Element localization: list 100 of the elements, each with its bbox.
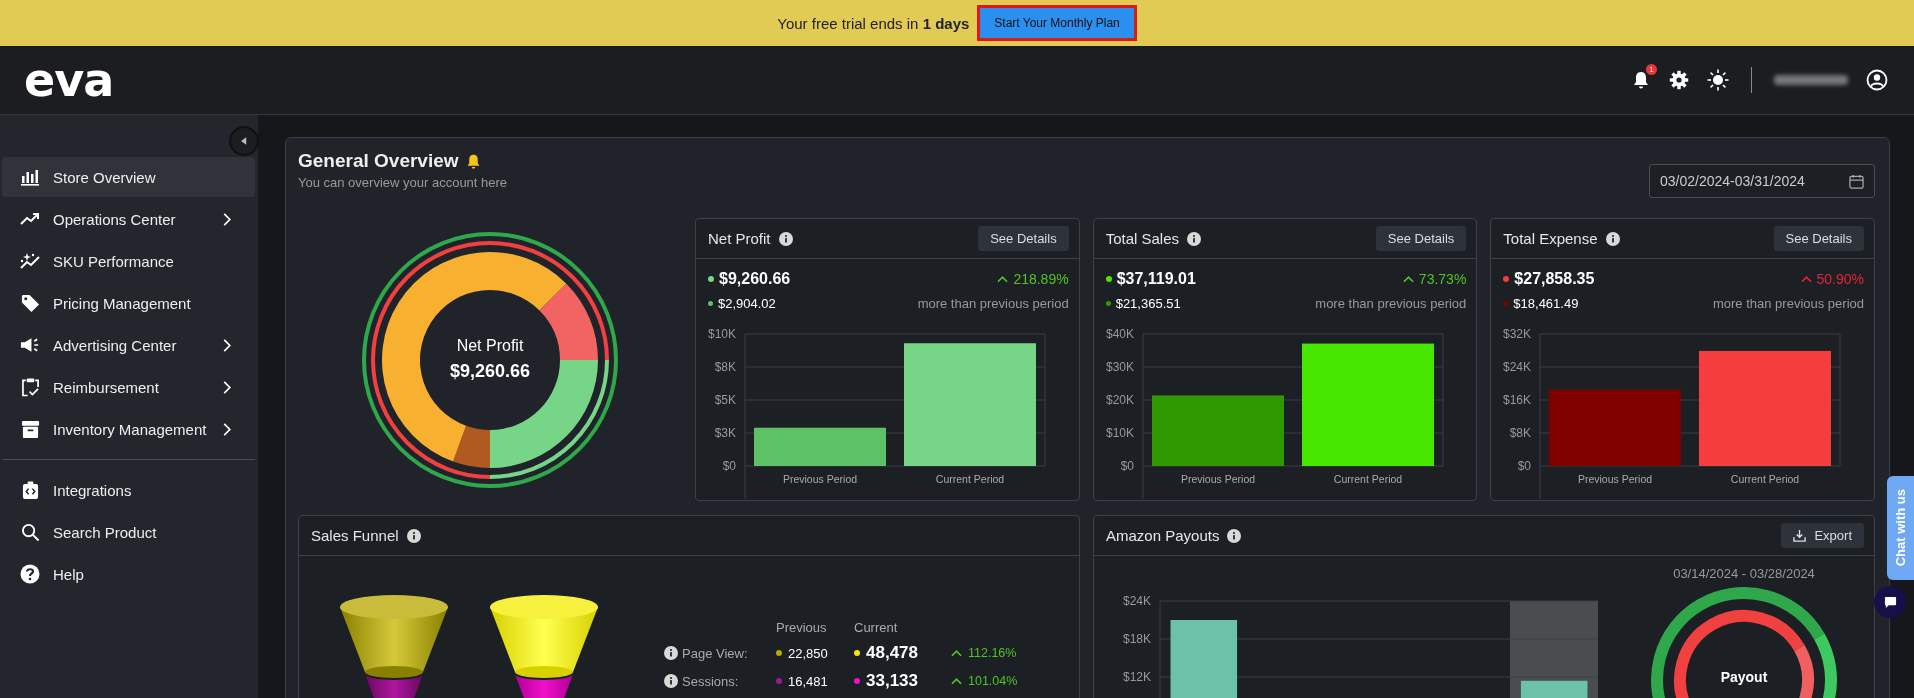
chevron-right-icon xyxy=(223,212,231,226)
sidebar-item[interactable]: Integrations xyxy=(2,470,255,510)
settings-icon[interactable] xyxy=(1669,70,1689,90)
axis-label: $3K xyxy=(714,426,736,440)
see-details-button[interactable]: See Details xyxy=(1375,226,1467,251)
info-icon[interactable] xyxy=(1187,231,1202,246)
axis-label: Previous Period xyxy=(782,473,858,485)
sidebar-item[interactable]: Store Overview xyxy=(2,157,255,197)
search-icon xyxy=(20,522,40,542)
trend-up-icon xyxy=(20,212,40,226)
previous-value: 16,481 xyxy=(788,673,828,689)
legend-dot xyxy=(1503,276,1510,282)
card-title: Total Expense xyxy=(1503,230,1598,247)
chevron-right-icon xyxy=(223,422,231,436)
axis-label: $0 xyxy=(722,459,736,473)
caret-up-icon xyxy=(951,677,962,685)
caret-up-icon xyxy=(1402,275,1414,283)
ring-label: Payout xyxy=(1719,669,1769,685)
comparison-note: more than previous period xyxy=(1712,295,1864,311)
change-percent: 73.73% xyxy=(1418,271,1467,287)
sidebar-item[interactable]: Operations Center xyxy=(2,199,255,239)
axis-label: $0 xyxy=(1517,459,1532,473)
info-icon[interactable] xyxy=(778,231,793,246)
card-title: Amazon Payouts xyxy=(1106,527,1220,544)
ring-label: Net Profit xyxy=(456,337,524,355)
axis-label: $40K xyxy=(1105,327,1134,341)
clipboard-check-icon xyxy=(21,377,39,397)
axis-label: $10K xyxy=(707,327,736,341)
legend-dot xyxy=(708,276,714,282)
caret-up-icon xyxy=(997,275,1009,283)
chevron-right-icon xyxy=(223,338,231,352)
info-icon[interactable] xyxy=(1605,231,1620,246)
legend-dot xyxy=(1105,276,1112,282)
previous-value: $21,365.51 xyxy=(1115,295,1181,311)
caret-up-icon xyxy=(951,649,962,657)
change-percent: 101.04% xyxy=(968,674,1018,688)
axis-label: Current Period xyxy=(1731,473,1800,485)
chat-button[interactable] xyxy=(1874,586,1906,618)
current-value: 33,133 xyxy=(866,671,918,691)
info-icon[interactable] xyxy=(406,528,421,543)
sidebar-item[interactable]: Search Product xyxy=(2,512,255,552)
current-value: $37,119.01 xyxy=(1116,270,1196,288)
section-title: General Overview xyxy=(298,150,459,172)
card-title: Total Sales xyxy=(1105,230,1180,247)
megaphone-icon xyxy=(19,337,41,353)
date-range: 03/14/2024 - 03/28/2024 xyxy=(1673,566,1815,581)
archive-box-icon xyxy=(20,419,40,439)
sidebar-item[interactable]: Advertising Center xyxy=(2,325,255,365)
see-details-button[interactable]: See Details xyxy=(978,226,1069,251)
legend-dot xyxy=(708,300,713,306)
calendar-icon xyxy=(1849,173,1864,189)
download-icon xyxy=(1793,529,1807,542)
axis-label: $32K xyxy=(1503,327,1532,341)
axis-label: $24K xyxy=(1503,360,1532,374)
tag-icon xyxy=(20,293,40,313)
previous-value: $2,904.02 xyxy=(718,295,776,311)
comparison-note: more than previous period xyxy=(1315,295,1467,311)
logo[interactable]: eva xyxy=(24,57,114,103)
previous-value: 22,850 xyxy=(788,645,828,661)
sidebar-item[interactable]: Reimbursement xyxy=(2,367,255,407)
sidebar-item[interactable]: SKU Performance xyxy=(2,241,255,281)
collapse-button[interactable] xyxy=(229,126,259,156)
bell-icon[interactable] xyxy=(1631,70,1651,90)
metric-label: Page View: xyxy=(682,645,749,661)
export-button[interactable]: Export xyxy=(1781,523,1864,548)
sun-icon[interactable] xyxy=(1707,69,1729,91)
info-icon[interactable] xyxy=(664,674,678,688)
card-title: Net Profit xyxy=(708,230,771,247)
date-range-field[interactable]: 03/02/2024-03/31/2024 xyxy=(1649,164,1875,198)
current-value: 48,478 xyxy=(866,643,918,663)
metric-label: Sessions: xyxy=(682,673,740,689)
sparkle-trend-icon xyxy=(20,252,40,270)
axis-label: Current Period xyxy=(1333,473,1402,485)
legend-dot xyxy=(1105,300,1111,306)
axis-label: $5K xyxy=(714,393,736,407)
legend-dot xyxy=(1503,300,1509,306)
speech-bubble-icon xyxy=(1883,595,1897,609)
trial-message: Your free trial ends in 1 days xyxy=(777,14,970,32)
axis-label: $8K xyxy=(1509,426,1532,440)
caret-left-icon xyxy=(241,137,247,145)
axis-label: $8K xyxy=(714,360,736,374)
help-icon xyxy=(20,564,40,584)
user-icon[interactable] xyxy=(1866,69,1888,91)
sidebar-item[interactable]: Pricing Management xyxy=(2,283,255,323)
start-plan-button[interactable]: Start Your Monthly Plan xyxy=(977,5,1137,41)
previous-value: $18,461.49 xyxy=(1513,295,1579,311)
bar-chart-icon xyxy=(20,168,40,186)
sidebar-item[interactable]: Help xyxy=(2,554,255,594)
comparison-note: more than previous period xyxy=(917,295,1069,311)
current-value: $9,260.66 xyxy=(719,270,791,288)
code-box-icon xyxy=(21,480,39,500)
column-header: Previous xyxy=(776,620,828,635)
info-icon[interactable] xyxy=(1227,528,1242,543)
sidebar-item[interactable]: Inventory Management xyxy=(2,409,255,449)
axis-label: $16K xyxy=(1503,393,1532,407)
change-percent: 112.16% xyxy=(968,646,1017,660)
axis-label: $12K xyxy=(1122,670,1151,684)
info-icon[interactable] xyxy=(664,646,678,660)
axis-label: $24K xyxy=(1122,594,1151,608)
see-details-button[interactable]: See Details xyxy=(1773,226,1864,251)
